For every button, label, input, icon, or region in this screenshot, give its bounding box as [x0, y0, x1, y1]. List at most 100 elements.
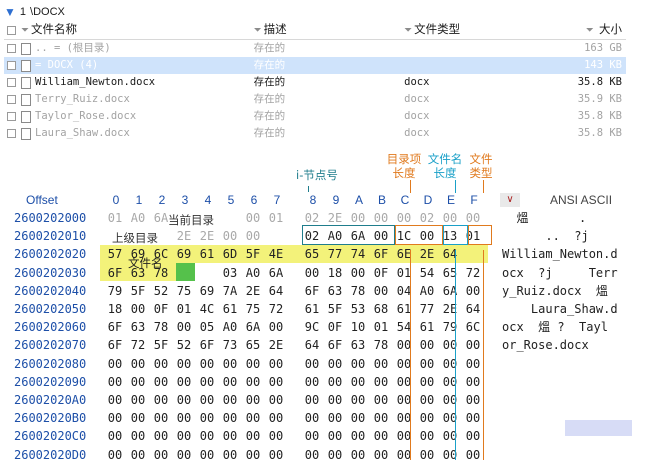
hex-byte[interactable]: 64: [462, 300, 484, 318]
hex-byte[interactable]: 00: [265, 318, 287, 336]
hex-byte[interactable]: 00: [219, 355, 241, 373]
hex-byte[interactable]: 4C: [196, 300, 218, 318]
hex-byte[interactable]: 00: [150, 427, 172, 445]
hex-byte[interactable]: 00: [242, 427, 264, 445]
hex-byte[interactable]: 00: [370, 446, 392, 464]
hex-byte[interactable]: 53: [347, 300, 369, 318]
hex-byte[interactable]: 00: [104, 446, 126, 464]
row-checkbox[interactable]: [7, 95, 16, 104]
hex-byte[interactable]: 6F: [324, 336, 346, 354]
hex-byte[interactable]: 00: [219, 373, 241, 391]
hex-byte[interactable]: 00: [370, 355, 392, 373]
hex-byte[interactable]: 2E: [439, 300, 461, 318]
hex-byte[interactable]: 63: [127, 318, 149, 336]
hex-byte[interactable]: 2E: [242, 282, 264, 300]
hex-byte[interactable]: 61: [393, 300, 415, 318]
hex-byte[interactable]: 00: [301, 264, 323, 282]
hex-byte[interactable]: 00: [265, 446, 287, 464]
ansi-line[interactable]: or_Rose.docx: [502, 336, 642, 354]
filter-icon[interactable]: ⏷: [254, 25, 262, 36]
hex-byte[interactable]: 00: [324, 446, 346, 464]
hex-byte[interactable]: 00: [104, 427, 126, 445]
hex-byte[interactable]: 00: [301, 373, 323, 391]
hex-byte[interactable]: 00: [393, 355, 415, 373]
hex-byte[interactable]: 00: [416, 373, 438, 391]
hex-byte[interactable]: 00: [104, 373, 126, 391]
hex-byte[interactable]: 18: [324, 264, 346, 282]
hex-byte[interactable]: 00: [173, 373, 195, 391]
hex-byte[interactable]: 2E: [196, 227, 218, 245]
hex-byte[interactable]: 5F: [150, 336, 172, 354]
hex-byte[interactable]: 6F: [104, 318, 126, 336]
hex-byte[interactable]: 00: [150, 355, 172, 373]
hex-byte[interactable]: 63: [347, 336, 369, 354]
hex-byte[interactable]: 00: [370, 409, 392, 427]
hex-byte[interactable]: 00: [462, 391, 484, 409]
hex-byte[interactable]: 05: [196, 318, 218, 336]
hex-byte[interactable]: 00: [324, 355, 346, 373]
hex-byte[interactable]: 00: [127, 427, 149, 445]
hex-byte[interactable]: 6F: [370, 245, 392, 263]
hex-byte[interactable]: 00: [439, 355, 461, 373]
hex-byte[interactable]: 79: [439, 318, 461, 336]
hex-byte[interactable]: 00: [173, 427, 195, 445]
hex-byte[interactable]: 54: [393, 318, 415, 336]
hex-byte[interactable]: 00: [265, 391, 287, 409]
hex-byte[interactable]: 00: [347, 391, 369, 409]
hex-byte[interactable]: 00: [265, 373, 287, 391]
hex-row[interactable]: 26002020D0 00 00 00 00 00 00 00 00 00 00 00 00 00 00 00…: [0, 446, 645, 464]
hex-byte[interactable]: 00: [196, 427, 218, 445]
hex-byte[interactable]: 00: [219, 409, 241, 427]
hex-byte[interactable]: 18: [104, 300, 126, 318]
hex-byte[interactable]: 68: [370, 300, 392, 318]
row-checkbox[interactable]: [7, 129, 16, 138]
hex-byte[interactable]: 65: [439, 264, 461, 282]
ansi-line[interactable]: ocx ?j Terr: [502, 264, 642, 282]
hex-byte[interactable]: 4E: [265, 245, 287, 263]
hex-byte[interactable]: 6C: [462, 318, 484, 336]
hex-byte[interactable]: 00: [416, 409, 438, 427]
hex-byte[interactable]: 00: [347, 427, 369, 445]
hex-byte[interactable]: 65: [301, 245, 323, 263]
hex-byte[interactable]: 61: [196, 245, 218, 263]
hex-byte[interactable]: 6A: [242, 318, 264, 336]
hex-byte[interactable]: 00: [242, 227, 264, 245]
hex-byte[interactable]: 0F: [324, 318, 346, 336]
hex-byte[interactable]: 00: [265, 355, 287, 373]
hex-byte[interactable]: 00: [104, 355, 126, 373]
hex-byte[interactable]: 00: [347, 355, 369, 373]
hex-byte[interactable]: 00: [242, 355, 264, 373]
hex-byte[interactable]: 6D: [219, 245, 241, 263]
hex-byte[interactable]: 00: [324, 391, 346, 409]
hex-byte[interactable]: 00: [393, 336, 415, 354]
col-name-header[interactable]: ⏷ 文件名称: [4, 22, 252, 39]
row-checkbox[interactable]: [7, 78, 16, 87]
hex-byte[interactable]: 72: [462, 264, 484, 282]
hex-byte[interactable]: 00: [439, 409, 461, 427]
hex-byte[interactable]: 00: [196, 391, 218, 409]
row-checkbox[interactable]: [7, 61, 16, 70]
hex-byte[interactable]: 00: [324, 373, 346, 391]
hex-byte[interactable]: 00: [439, 373, 461, 391]
hex-byte[interactable]: 69: [196, 282, 218, 300]
ansi-line[interactable]: 熅 .: [502, 209, 642, 227]
hex-byte[interactable]: 00: [196, 409, 218, 427]
hex-byte[interactable]: 7A: [219, 282, 241, 300]
hex-byte[interactable]: 00: [219, 427, 241, 445]
hex-byte[interactable]: 00: [127, 409, 149, 427]
hex-byte[interactable]: 00: [196, 355, 218, 373]
hex-byte[interactable]: 00: [196, 373, 218, 391]
hex-byte[interactable]: 01: [173, 300, 195, 318]
hex-byte[interactable]: 00: [301, 391, 323, 409]
hex-byte[interactable]: 00: [242, 446, 264, 464]
hex-byte[interactable]: 01: [265, 209, 287, 227]
hex-byte[interactable]: 00: [393, 373, 415, 391]
hex-byte[interactable]: 00: [242, 409, 264, 427]
hex-byte[interactable]: 63: [324, 282, 346, 300]
hex-byte[interactable]: 00: [150, 373, 172, 391]
hex-byte[interactable]: 00: [347, 373, 369, 391]
hex-byte[interactable]: 78: [370, 336, 392, 354]
hex-byte[interactable]: 00: [150, 446, 172, 464]
row-checkbox[interactable]: [7, 44, 16, 53]
hex-byte[interactable]: 00: [416, 336, 438, 354]
